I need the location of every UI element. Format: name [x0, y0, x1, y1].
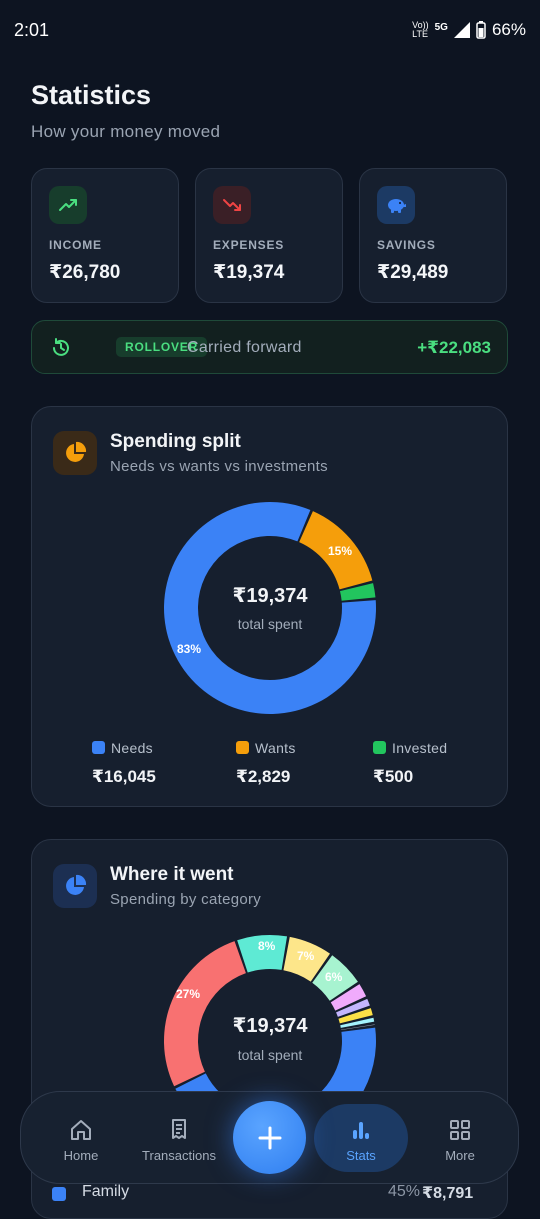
- category-center-label: total spent: [237, 1047, 303, 1063]
- page-title: Statistics: [31, 80, 152, 110]
- battery-icon: [476, 21, 486, 39]
- invested-dot: [373, 741, 386, 755]
- category-center-value: ₹19,374: [232, 1015, 308, 1037]
- page-subtitle: How your money moved: [31, 122, 221, 141]
- split-icon-box: [53, 431, 97, 475]
- signal-icon: [453, 22, 470, 38]
- rollover-text: Carried forward: [187, 339, 302, 356]
- wants-dot: [236, 741, 249, 755]
- home-icon: [71, 1120, 91, 1140]
- legend-invested: Invested ₹500: [373, 739, 513, 787]
- trending-down-icon: [223, 199, 241, 211]
- slice-label-8: 8%: [258, 939, 276, 953]
- expenses-value: ₹19,374: [213, 262, 285, 283]
- grid-icon: [450, 1120, 470, 1140]
- bar-chart-icon: [353, 1122, 369, 1139]
- income-icon-box: [49, 186, 87, 224]
- slice-label-6: 6%: [325, 970, 343, 984]
- needs-slice-label: 83%: [177, 642, 202, 656]
- split-center-value: ₹19,374: [232, 585, 308, 607]
- family-amount: ₹8,791: [422, 1185, 474, 1202]
- needs-value: ₹16,045: [92, 767, 156, 786]
- plus-icon: [258, 1126, 281, 1149]
- split-donut: ₹19,374 total spent 15% 83%: [163, 501, 377, 715]
- trending-up-icon: [59, 199, 77, 211]
- nav-home-label: Home: [63, 1148, 99, 1163]
- volte-indicator: Vo)) LTE: [412, 21, 429, 39]
- battery-level: 66%: [491, 20, 526, 39]
- split-center-label: total spent: [237, 616, 303, 632]
- network-type: 5G: [434, 21, 448, 33]
- expenses-label: EXPENSES: [213, 238, 285, 252]
- legend-needs: Needs ₹16,045: [92, 739, 232, 787]
- pie-chart-icon: [66, 874, 87, 895]
- split-title: Spending split: [110, 431, 241, 452]
- income-card[interactable]: INCOME ₹26,780: [31, 168, 179, 303]
- nav-stats[interactable]: Stats: [316, 1092, 406, 1185]
- slice-label-27: 27%: [176, 987, 201, 1001]
- rollover-value: +₹22,083: [417, 338, 491, 357]
- savings-value: ₹29,489: [377, 262, 449, 283]
- needs-dot: [92, 741, 105, 755]
- expenses-card[interactable]: EXPENSES ₹19,374: [195, 168, 343, 303]
- wants-slice-label: 15%: [328, 544, 353, 558]
- where-icon-box: [53, 864, 97, 908]
- family-name: Family: [82, 1183, 130, 1200]
- wants-name: Wants: [255, 739, 296, 756]
- category-row-family[interactable]: Family 45% ₹8,791: [52, 1183, 492, 1203]
- add-transaction-button[interactable]: [233, 1101, 306, 1174]
- slice-label-7: 7%: [297, 949, 315, 963]
- spending-split-card: Spending split Needs vs wants vs investm…: [31, 406, 508, 807]
- status-time: 2:01: [14, 20, 50, 40]
- income-value: ₹26,780: [49, 262, 121, 283]
- needs-name: Needs: [111, 739, 153, 756]
- status-bar: 2:01 Vo)) LTE 5G 66%: [0, 0, 540, 60]
- wants-value: ₹2,829: [236, 767, 291, 786]
- savings-icon-box: [377, 186, 415, 224]
- volte-bottom: LTE: [412, 29, 428, 39]
- nav-more-label: More: [445, 1148, 475, 1163]
- nav-home[interactable]: Home: [36, 1092, 126, 1185]
- expenses-icon-box: [213, 186, 251, 224]
- history-icon: [53, 338, 69, 356]
- nav-transactions-label: Transactions: [142, 1148, 216, 1163]
- savings-card[interactable]: SAVINGS ₹29,489: [359, 168, 507, 303]
- split-subtitle: Needs vs wants vs investments: [110, 458, 328, 475]
- invested-name: Invested: [392, 739, 448, 756]
- family-pct: 45%: [388, 1183, 421, 1200]
- status-indicators: Vo)) LTE 5G 66%: [412, 20, 526, 40]
- family-dot: [52, 1187, 66, 1201]
- savings-label: SAVINGS: [377, 238, 436, 252]
- nav-stats-label: Stats: [346, 1148, 376, 1163]
- receipt-icon: [172, 1119, 186, 1139]
- pie-chart-icon: [66, 441, 87, 462]
- invested-value: ₹500: [373, 767, 414, 786]
- where-title: Where it went: [110, 864, 234, 885]
- split-donut-svg: [164, 502, 376, 714]
- piggy-bank-icon: [388, 199, 406, 213]
- rollover-banner[interactable]: ROLLOVER Carried forward +₹22,083: [31, 320, 508, 374]
- where-subtitle: Spending by category: [110, 891, 262, 908]
- income-label: INCOME: [49, 238, 102, 252]
- nav-more[interactable]: More: [415, 1092, 505, 1185]
- nav-transactions[interactable]: Transactions: [134, 1092, 224, 1185]
- legend-wants: Wants ₹2,829: [236, 739, 376, 787]
